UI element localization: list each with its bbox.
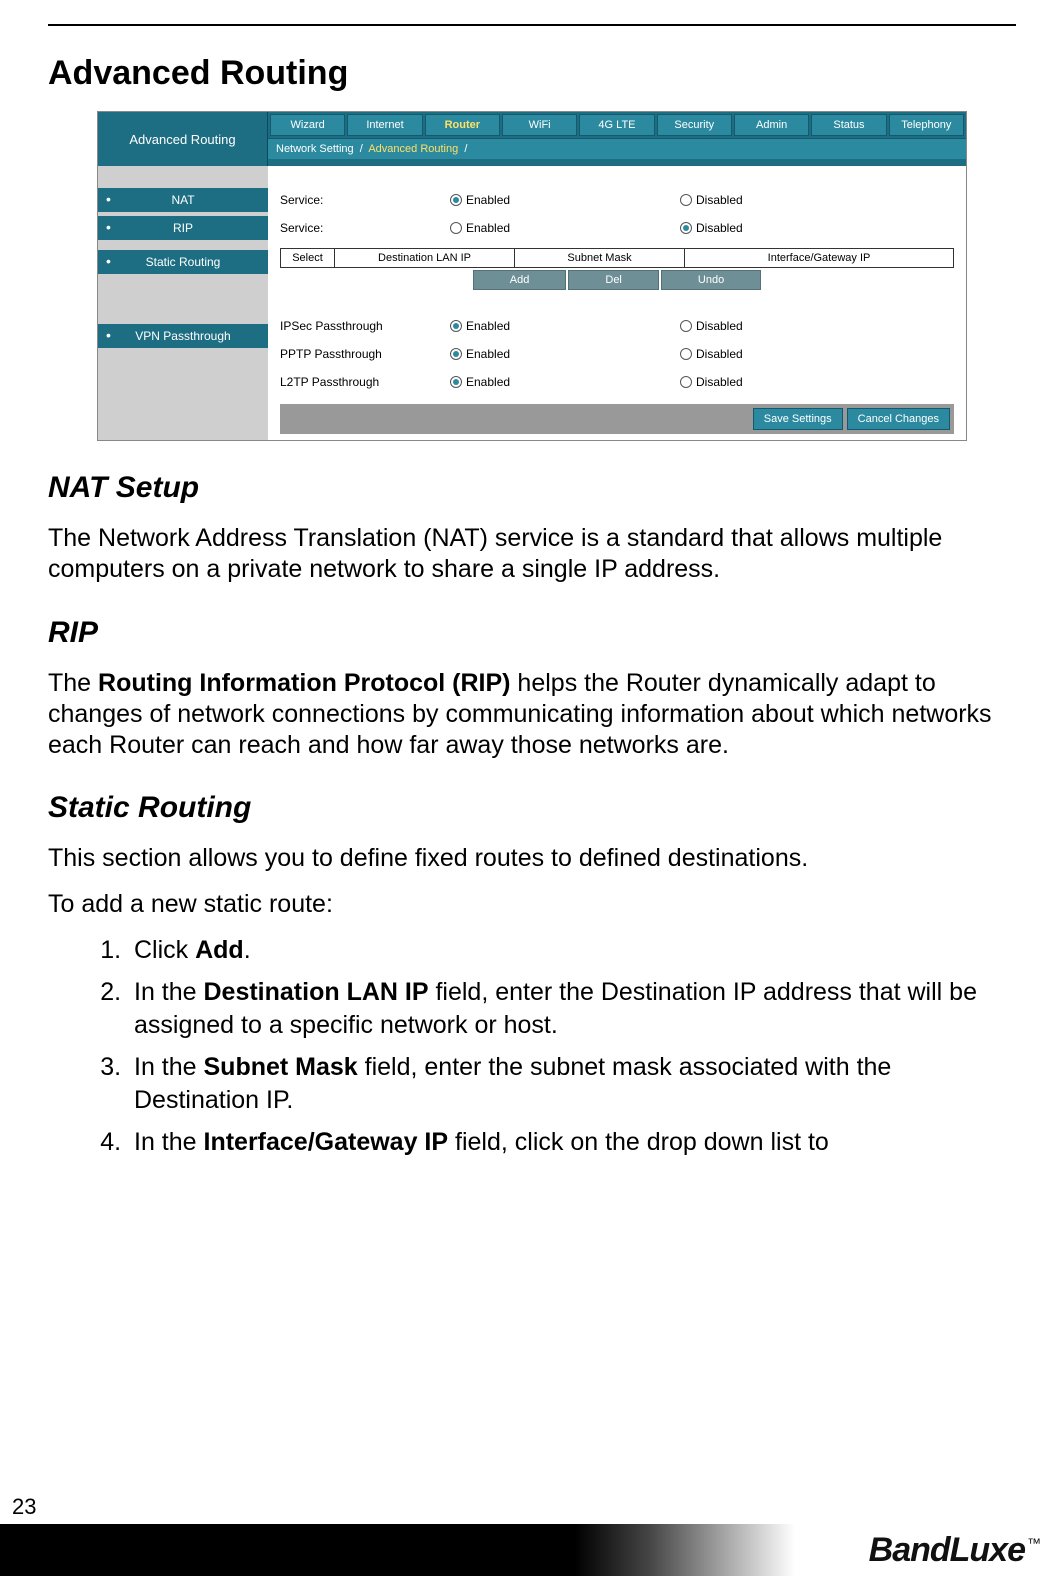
action-bar: Save Settings Cancel Changes — [280, 404, 954, 434]
del-button[interactable]: Del — [568, 270, 659, 290]
rip-enabled-label: Enabled — [466, 221, 510, 235]
tab-4glte[interactable]: 4G LTE — [579, 114, 654, 136]
rip-disabled-label: Disabled — [696, 221, 743, 235]
ipsec-enabled-label: Enabled — [466, 319, 510, 333]
footer-strip: BandLuxe™ — [0, 1524, 1064, 1576]
ipsec-label: IPSec Passthrough — [280, 319, 450, 333]
tab-internet[interactable]: Internet — [347, 114, 422, 136]
ipsec-enabled-radio[interactable] — [450, 320, 462, 332]
undo-button[interactable]: Undo — [661, 270, 761, 290]
sidebar-item-static-routing[interactable]: Static Routing — [98, 248, 268, 276]
step-3: In the Subnet Mask field, enter the subn… — [128, 1051, 1016, 1116]
rip-service-label: Service: — [280, 221, 450, 235]
step-2: In the Destination LAN IP field, enter t… — [128, 976, 1016, 1041]
table-buttons: Add Del Undo — [280, 270, 954, 290]
heading-rip: RIP — [48, 616, 1016, 650]
sidebar-item-vpn-passthrough[interactable]: VPN Passthrough — [98, 322, 268, 350]
cancel-changes-button[interactable]: Cancel Changes — [847, 408, 950, 430]
pptp-disabled-radio[interactable] — [680, 348, 692, 360]
static-route-table: Select Destination LAN IP Subnet Mask In… — [280, 248, 954, 268]
panel-title: Advanced Routing — [98, 112, 268, 166]
step-4: In the Interface/Gateway IP field, click… — [128, 1126, 1016, 1159]
rip-service-row: Service: Enabled Disabled — [280, 214, 954, 242]
col-select: Select — [281, 249, 335, 267]
nat-service-row: Service: Enabled Disabled — [280, 186, 954, 214]
rip-enabled-radio[interactable] — [450, 222, 462, 234]
step-1: Click Add. — [128, 934, 1016, 967]
ipsec-disabled-label: Disabled — [696, 319, 743, 333]
rip-disabled-radio[interactable] — [680, 222, 692, 234]
pptp-label: PPTP Passthrough — [280, 347, 450, 361]
main-panel: Service: Enabled Disabled Service: Enabl… — [268, 166, 966, 440]
nat-disabled-label: Disabled — [696, 193, 743, 207]
para-sr-2: To add a new static route: — [48, 889, 1016, 920]
col-interface-gateway: Interface/Gateway IP — [685, 249, 953, 267]
col-dest-lan-ip: Destination LAN IP — [335, 249, 515, 267]
l2tp-disabled-radio[interactable] — [680, 376, 692, 388]
tab-wifi[interactable]: WiFi — [502, 114, 577, 136]
breadcrumb: Network Setting / Advanced Routing / — [268, 138, 966, 159]
tab-admin[interactable]: Admin — [734, 114, 809, 136]
l2tp-enabled-label: Enabled — [466, 375, 510, 389]
pptp-enabled-radio[interactable] — [450, 348, 462, 360]
tab-status[interactable]: Status — [811, 114, 886, 136]
l2tp-enabled-radio[interactable] — [450, 376, 462, 388]
add-button[interactable]: Add — [473, 270, 567, 290]
heading-nat-setup: NAT Setup — [48, 471, 1016, 505]
nat-enabled-radio[interactable] — [450, 194, 462, 206]
brand-logo: BandLuxe™ — [869, 1531, 1040, 1570]
top-tabs: Wizard Internet Router WiFi 4G LTE Secur… — [268, 112, 966, 138]
static-route-steps: Click Add. In the Destination LAN IP fie… — [100, 934, 1016, 1159]
pptp-disabled-label: Disabled — [696, 347, 743, 361]
para-sr-1: This section allows you to define fixed … — [48, 843, 1016, 874]
para-nat: The Network Address Translation (NAT) se… — [48, 523, 1016, 586]
tab-security[interactable]: Security — [657, 114, 732, 136]
tab-telephony[interactable]: Telephony — [889, 114, 964, 136]
col-subnet-mask: Subnet Mask — [515, 249, 685, 267]
pptp-enabled-label: Enabled — [466, 347, 510, 361]
save-settings-button[interactable]: Save Settings — [753, 408, 843, 430]
l2tp-label: L2TP Passthrough — [280, 375, 450, 389]
breadcrumb-advanced-routing[interactable]: Advanced Routing — [368, 143, 458, 155]
breadcrumb-network-setting[interactable]: Network Setting — [276, 143, 354, 155]
nat-enabled-label: Enabled — [466, 193, 510, 207]
sidebar: NAT RIP Static Routing VPN Passthrough — [98, 166, 268, 440]
page-title: Advanced Routing — [48, 54, 1016, 93]
l2tp-disabled-label: Disabled — [696, 375, 743, 389]
nat-service-label: Service: — [280, 193, 450, 207]
sidebar-item-rip[interactable]: RIP — [98, 214, 268, 242]
tab-wizard[interactable]: Wizard — [270, 114, 345, 136]
ipsec-disabled-radio[interactable] — [680, 320, 692, 332]
l2tp-row: L2TP Passthrough Enabled Disabled — [280, 368, 954, 396]
pptp-row: PPTP Passthrough Enabled Disabled — [280, 340, 954, 368]
router-admin-screenshot: Advanced Routing Wizard Internet Router … — [97, 111, 967, 441]
tab-router[interactable]: Router — [425, 114, 500, 136]
sidebar-item-nat[interactable]: NAT — [98, 186, 268, 214]
nat-disabled-radio[interactable] — [680, 194, 692, 206]
para-rip: The Routing Information Protocol (RIP) h… — [48, 668, 1016, 762]
page-number: 23 — [12, 1494, 36, 1520]
heading-static-routing: Static Routing — [48, 791, 1016, 825]
ipsec-row: IPSec Passthrough Enabled Disabled — [280, 312, 954, 340]
